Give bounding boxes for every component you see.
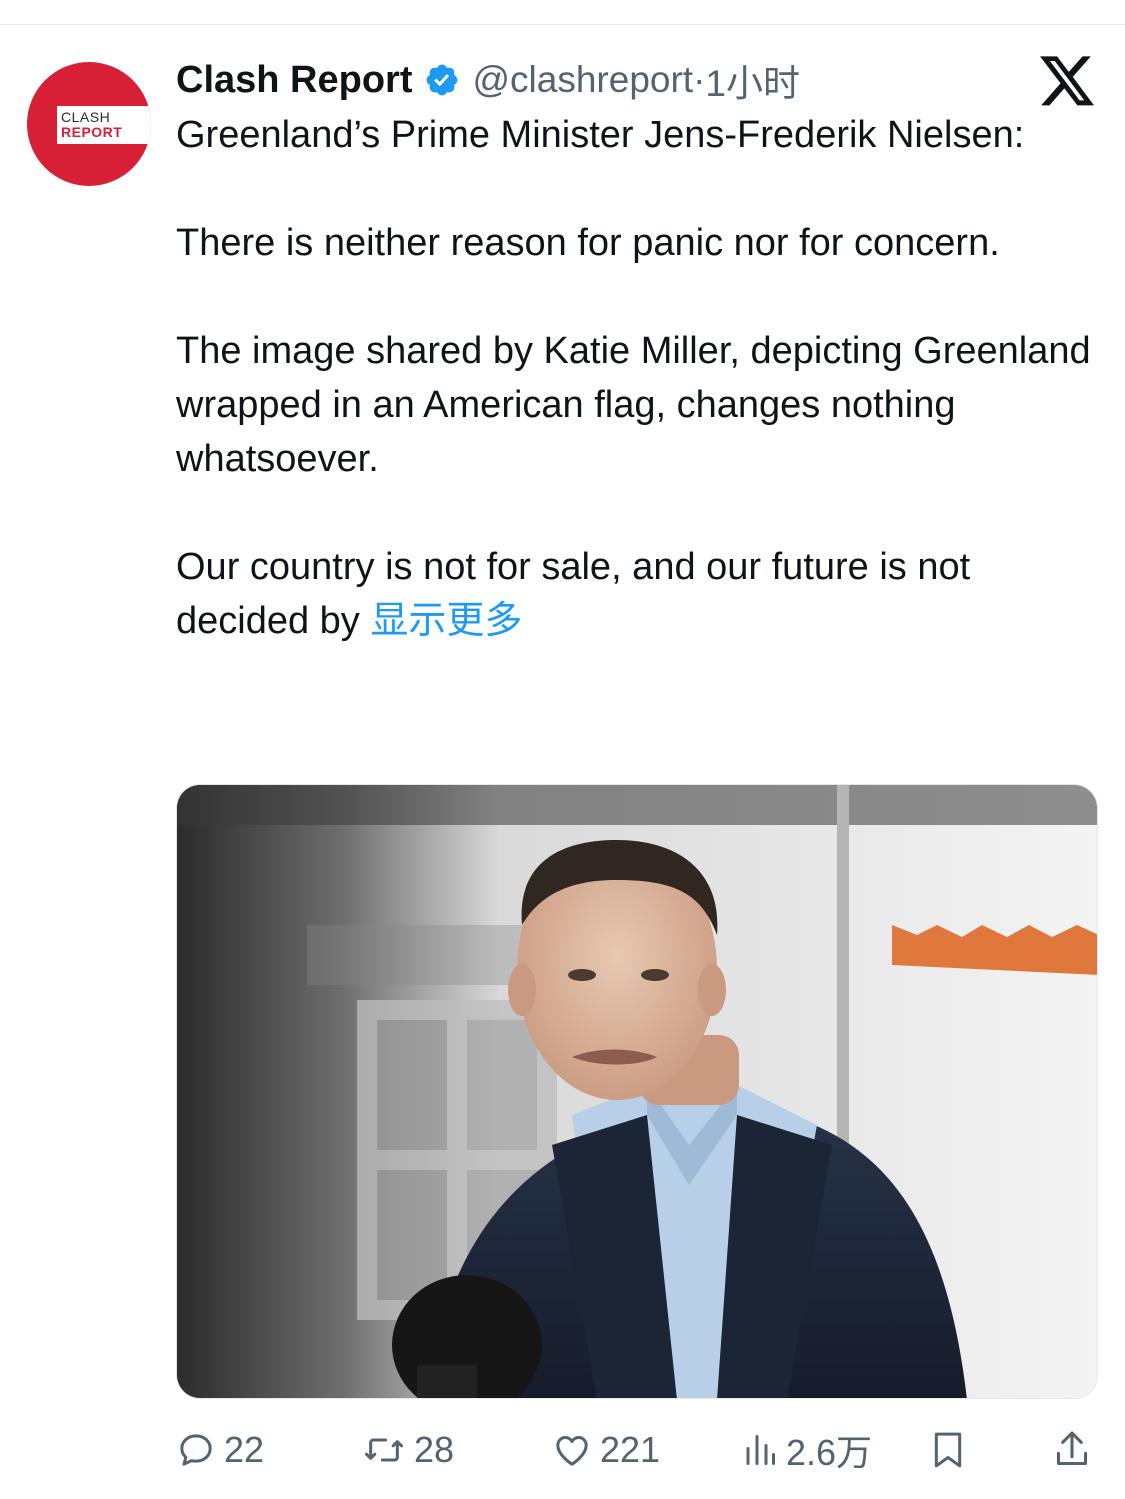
avatar[interactable]: CLASH REPORT [27, 62, 151, 186]
tweet-text: Greenland’s Prime Minister Jens-Frederik… [176, 108, 1106, 648]
share-button[interactable] [1050, 1420, 1094, 1480]
tweet-paragraph-2: There is neither reason for panic nor fo… [176, 222, 1000, 264]
show-more-link[interactable]: 显示更多 [370, 600, 522, 642]
retweet-button[interactable]: 28 [362, 1420, 454, 1480]
retweet-icon [365, 1438, 403, 1462]
action-bar: 22 28 221 2.6万 [0, 1420, 1125, 1480]
author-handle[interactable]: @clashreport [472, 59, 693, 101]
reply-count: 22 [224, 1429, 265, 1470]
tweet-paragraph-4: Our country is not for sale, and our fut… [176, 540, 1106, 648]
bookmark-button[interactable] [928, 1420, 968, 1480]
avatar-text-clash: CLASH [61, 109, 111, 125]
top-divider [0, 24, 1125, 25]
heart-icon [556, 1436, 588, 1466]
verified-badge-icon [427, 64, 458, 96]
tweet-paragraph-3: The image shared by Katie Miller, depict… [176, 330, 1091, 480]
tweet-photo[interactable] [176, 784, 1098, 1399]
views-button[interactable]: 2.6万 [742, 1420, 872, 1480]
avatar-text-report: REPORT [61, 124, 123, 140]
share-icon [1056, 1431, 1088, 1466]
x-logo-icon[interactable] [1040, 56, 1096, 108]
tweet-paragraph-4-text: Our country is not for sale, and our fut… [176, 546, 971, 642]
views-count: 2.6万 [786, 1432, 873, 1473]
like-count: 221 [600, 1429, 661, 1470]
bookmark-icon [934, 1432, 962, 1468]
header-separator: · [693, 59, 706, 100]
views-icon [746, 1435, 775, 1465]
photo-man-at-microphone [177, 785, 1097, 1398]
avatar-logo-plate: CLASH REPORT [57, 106, 151, 144]
like-button[interactable]: 221 [552, 1420, 660, 1480]
retweet-count: 28 [414, 1429, 455, 1470]
tweet-header: Clash Report @clashreport · 1小时 [176, 52, 800, 108]
reply-icon [180, 1434, 212, 1466]
author-name[interactable]: Clash Report [176, 59, 412, 102]
reply-button[interactable]: 22 [176, 1420, 264, 1480]
tweet-paragraph-1: Greenland’s Prime Minister Jens-Frederik… [176, 114, 1025, 156]
tweet-timestamp[interactable]: 1小时 [705, 53, 800, 107]
